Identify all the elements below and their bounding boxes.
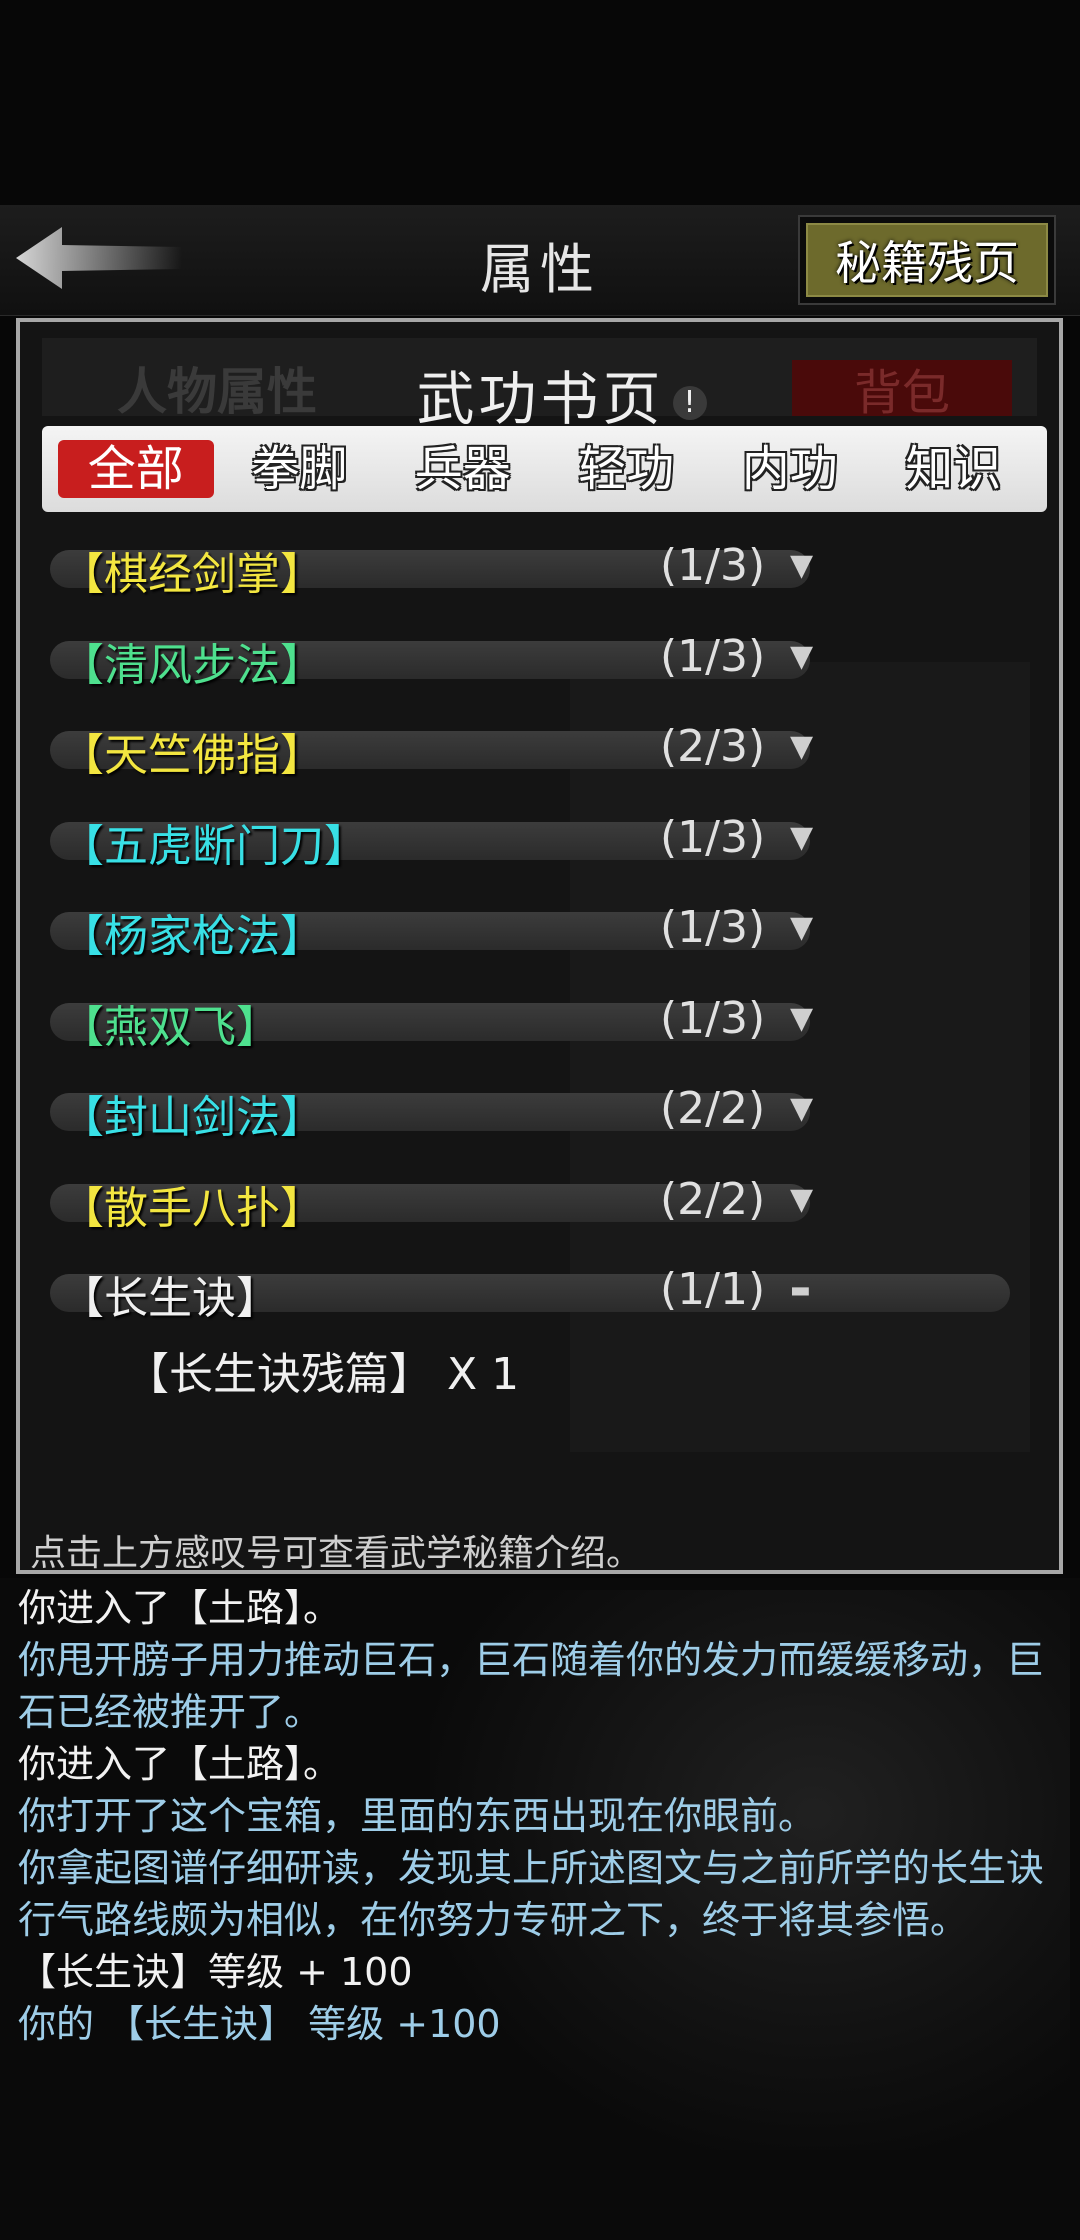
chevron-down-icon[interactable]: ▼ [790,910,813,945]
skill-name: 【散手八扑】 [60,1182,324,1234]
skill-name: 【封山剑法】 [60,1092,324,1143]
fragments-button-label: 秘籍残页 [806,223,1048,297]
panel-heading-text: 武功书页 [416,365,665,433]
skill-page-count: (1/3) [660,811,766,863]
category-tab[interactable]: 拳脚 [221,440,377,498]
skill-page-count: (1/1) [660,1264,766,1315]
chevron-down-icon[interactable]: ▼ [790,639,813,674]
skill-name: 【五虎断门刀】 [60,820,368,872]
info-icon[interactable]: ! [672,385,707,420]
chevron-down-icon[interactable]: ▼ [790,1091,813,1126]
skill-name: 【杨家枪法】 [60,911,324,962]
skill-name: 【燕双飞】 [60,1001,280,1053]
chevron-down-icon[interactable]: ▼ [790,1001,813,1036]
fragments-button[interactable]: 秘籍残页 [798,215,1056,305]
category-tab[interactable]: 内功 [712,440,868,498]
log-line: 你的 【长生诀】 等级 +100 [18,2002,501,2046]
category-tab[interactable]: 知识 [875,440,1031,498]
skill-page-count: (2/2) [660,1173,766,1225]
chevron-down-icon[interactable]: ▼ [790,729,813,764]
chevron-down-icon[interactable]: ▼ [790,1182,813,1217]
top-bar: 属性 秘籍残页 [0,205,1080,316]
skill-name: 【棋经剑掌】 [60,549,324,600]
skill-page-count: (1/3) [660,902,766,953]
category-tab[interactable]: 兵器 [385,440,541,498]
category-tab[interactable]: 轻功 [548,440,704,498]
log-line: 【长生诀】等级 + 100 [18,1950,413,1994]
panel-header: 人物属性 背包 武功书页! [42,338,1037,433]
skill-page-count: (2/2) [660,1083,766,1134]
chevron-down-icon[interactable]: ▼ [790,820,813,855]
log-line: 你甩开膀子用力推动巨石，巨石随着你的发力而缓缓移动，巨石已经被推开了。 [18,1638,1045,1734]
log-line: 你打开了这个宝箱，里面的东西出现在你眼前。 [18,1794,817,1838]
background-inventory [570,662,1030,1452]
skill-page-count: (1/3) [660,540,766,591]
log-line: 你拿起图谱仔细研读，发现其上所述图文与之前所学的长生诀行气路线颇为相似，在你努力… [18,1846,1045,1942]
fragment-item[interactable]: 【长生诀残篇】 X 1 [125,1338,519,1402]
skill-name: 【清风步法】 [60,639,324,691]
hint-text: 点击上方感叹号可查看武学秘籍介绍。 [30,1533,643,1574]
log-line: 你进入了【土路】。 [18,1586,342,1630]
skill-pages-panel: 人物属性 背包 武功书页! 全部 拳脚 兵器 轻功 内功 知识 【棋经剑掌】 (1/3) ▼ 【… [16,318,1063,1574]
skill-name: 【长生诀】 [60,1273,280,1324]
message-log[interactable]: 你进入了【土路】。你甩开膀子用力推动巨石，巨石随着你的发力而缓缓移动，巨石已经被… [18,1582,1063,2050]
chevron-down-icon[interactable]: ▼ [790,548,813,583]
panel-heading: 武功书页! [42,352,1059,436]
log-line: 你进入了【土路】。 [18,1742,342,1786]
skill-page-count: (2/3) [660,721,766,772]
category-tabs: 全部 拳脚 兵器 轻功 内功 知识 [42,426,1047,512]
collapse-icon[interactable]: ▬ [790,1278,811,1303]
skill-page-count: (1/3) [660,992,766,1044]
category-tab[interactable]: 全部 [57,440,214,498]
skill-page-count: (1/3) [660,630,766,682]
skill-name: 【天竺佛指】 [60,730,324,781]
